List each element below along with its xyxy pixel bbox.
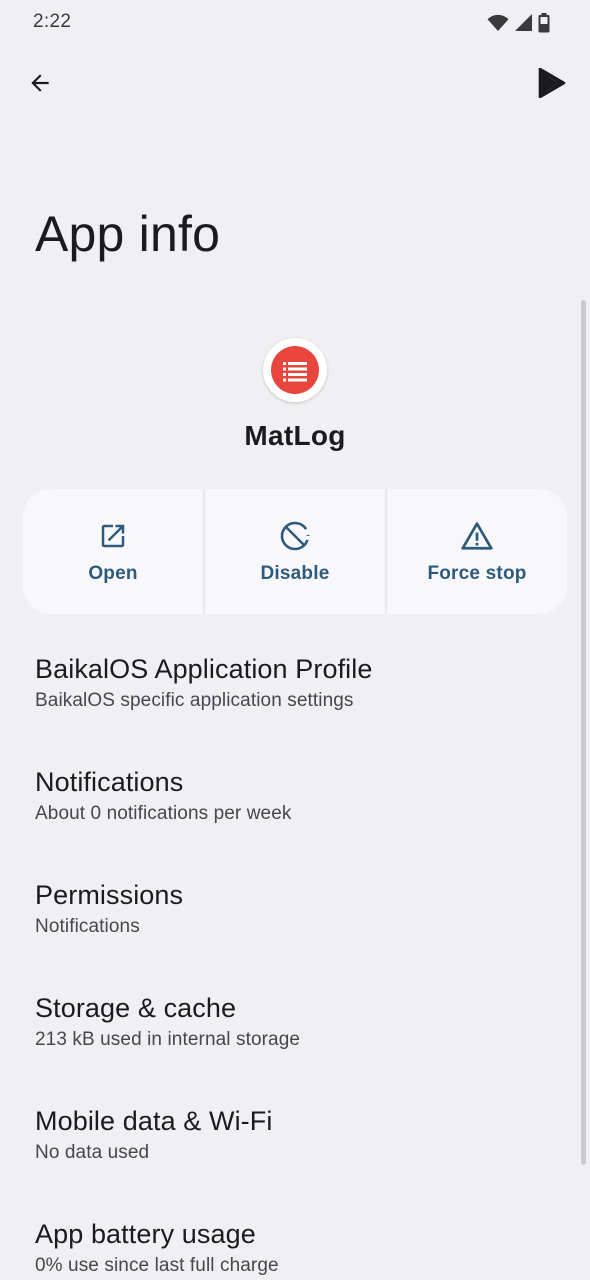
- pref-title: BaikalOS Application Profile: [35, 654, 373, 684]
- pref-notifications[interactable]: Notifications About 0 notifications per …: [0, 753, 590, 866]
- pref-title: Notifications: [35, 767, 184, 797]
- status-time: 2:22: [33, 11, 72, 32]
- pref-mobile-data-wifi[interactable]: Mobile data & Wi-Fi No data used: [0, 1092, 590, 1205]
- open-label: Open: [88, 562, 138, 584]
- page-title: App info: [35, 206, 221, 262]
- pref-storage-cache[interactable]: Storage & cache 213 kB used in internal …: [0, 979, 590, 1092]
- status-bar: 2:22: [0, 0, 590, 44]
- open-button[interactable]: Open: [23, 489, 203, 614]
- pref-title: Permissions: [35, 880, 184, 910]
- arrow-back-icon: [31, 74, 49, 92]
- app-info-screen: 2:22 App info MatLog Open Disable Force …: [0, 0, 590, 1280]
- pref-title: Mobile data & Wi-Fi: [35, 1106, 273, 1136]
- scrollbar[interactable]: [581, 300, 586, 1165]
- play-store-button[interactable]: [532, 63, 572, 103]
- pref-summary: BaikalOS specific application settings: [35, 690, 354, 711]
- battery-icon: [538, 13, 550, 33]
- open-external-icon: [98, 519, 128, 553]
- app-actions-card: Open Disable Force stop: [23, 489, 567, 614]
- pref-title: App battery usage: [35, 1219, 256, 1249]
- disable-button[interactable]: Disable: [203, 489, 385, 614]
- pref-title: Storage & cache: [35, 993, 237, 1023]
- disable-icon: [279, 519, 311, 553]
- disable-label: Disable: [260, 562, 330, 584]
- pref-baikalos-profile[interactable]: BaikalOS Application Profile BaikalOS sp…: [0, 640, 590, 753]
- pref-summary: About 0 notifications per week: [35, 803, 292, 824]
- force-stop-label: Force stop: [427, 562, 527, 584]
- pref-permissions[interactable]: Permissions Notifications: [0, 866, 590, 979]
- play-store-icon: [538, 68, 566, 98]
- back-button[interactable]: [20, 63, 60, 103]
- pref-app-battery-usage[interactable]: App battery usage 0% use since last full…: [0, 1205, 590, 1280]
- warning-triangle-icon: [460, 519, 494, 553]
- pref-summary: Notifications: [35, 916, 140, 937]
- pref-summary: 0% use since last full charge: [35, 1255, 279, 1276]
- app-name: MatLog: [244, 420, 346, 451]
- preference-list: BaikalOS Application Profile BaikalOS sp…: [0, 640, 590, 1280]
- pref-summary: No data used: [35, 1142, 150, 1163]
- matlog-app-icon: [263, 338, 327, 402]
- pref-summary: 213 kB used in internal storage: [35, 1029, 301, 1050]
- wifi-icon: [487, 14, 509, 32]
- force-stop-button[interactable]: Force stop: [385, 489, 567, 614]
- status-icons: [487, 13, 550, 33]
- signal-icon: [514, 14, 533, 32]
